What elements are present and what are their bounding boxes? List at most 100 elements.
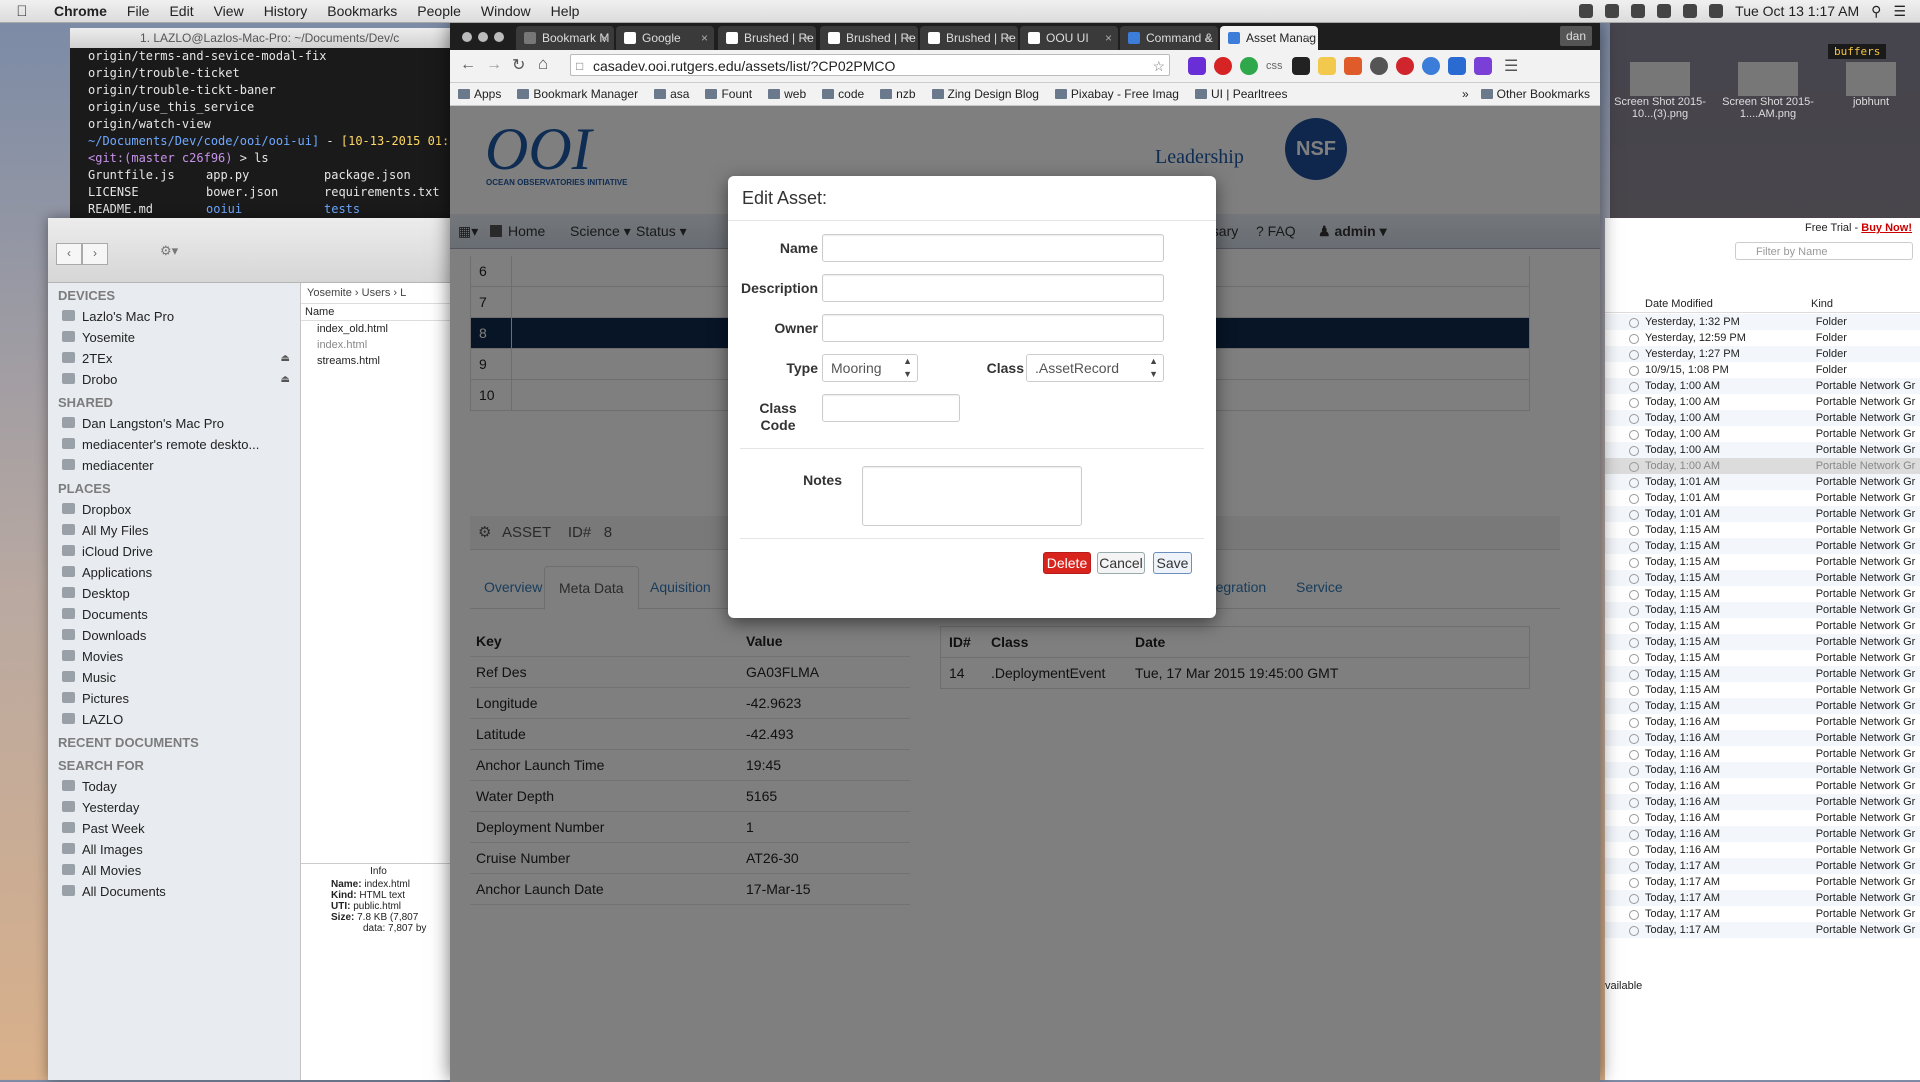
evernote-extension-icon[interactable] — [1240, 57, 1258, 75]
owner-field[interactable] — [822, 314, 1164, 342]
menu-file[interactable]: File — [117, 3, 160, 19]
menu-bookmarks[interactable]: Bookmarks — [317, 3, 407, 19]
wifi-icon[interactable] — [1657, 4, 1672, 18]
list-row[interactable]: Today, 1:01 AM Portable Network Gr — [1605, 506, 1920, 522]
forward-arrow-icon[interactable]: → — [486, 56, 502, 74]
list-row[interactable]: Today, 1:15 AM Portable Network Gr — [1605, 602, 1920, 618]
sidebar-item[interactable]: Today — [48, 776, 300, 797]
tab-close-icon[interactable]: × — [601, 26, 608, 50]
list-row[interactable]: Today, 1:15 AM Portable Network Gr — [1605, 698, 1920, 714]
sidebar-item[interactable]: mediacenter — [48, 455, 300, 476]
list-row[interactable]: Today, 1:00 AM Portable Network Gr — [1605, 442, 1920, 458]
music-icon[interactable] — [1709, 4, 1724, 18]
list-row[interactable]: Today, 1:16 AM Portable Network Gr — [1605, 730, 1920, 746]
list-row[interactable]: Today, 1:16 AM Portable Network Gr — [1605, 794, 1920, 810]
tab[interactable]: Bookmark M × — [516, 26, 614, 50]
tab[interactable]: Command & × — [1120, 26, 1218, 50]
sidebar-item[interactable]: Drobo ⏏ — [48, 369, 300, 390]
bell-icon[interactable] — [1631, 4, 1646, 18]
sidebar-item[interactable]: 2TEx ⏏ — [48, 348, 300, 369]
tab-close-icon[interactable]: × — [701, 26, 708, 50]
buy-now-link[interactable]: Buy Now! — [1861, 222, 1912, 234]
jb-extension-icon[interactable] — [1448, 57, 1466, 75]
list-row[interactable]: Today, 1:15 AM Portable Network Gr — [1605, 586, 1920, 602]
desktop-thumb[interactable]: Screen Shot 2015-10...(3).png — [1610, 62, 1710, 120]
list-row[interactable]: Today, 1:16 AM Portable Network Gr — [1605, 810, 1920, 826]
menubar-clock[interactable]: Tue Oct 13 1:17 AM — [1735, 3, 1859, 19]
list-row[interactable]: Today, 1:15 AM Portable Network Gr — [1605, 682, 1920, 698]
bookmark-item[interactable]: code — [822, 87, 864, 101]
list-row[interactable]: Yesterday, 1:32 PM Folder — [1605, 314, 1920, 330]
tab-close-icon[interactable]: × — [803, 26, 810, 50]
volume-icon[interactable] — [1683, 4, 1698, 18]
close-window-button[interactable] — [462, 32, 472, 42]
sidebar-item[interactable]: All Images — [48, 839, 300, 860]
description-field[interactable] — [822, 274, 1164, 302]
sidebar-item[interactable]: Past Week — [48, 818, 300, 839]
filter-input[interactable]: Filter by Name — [1735, 242, 1913, 260]
bookmark-item[interactable]: Pixabay - Free Imag — [1054, 87, 1179, 101]
info-title[interactable]: Info — [301, 864, 456, 879]
notification-center-icon[interactable]: ☰ — [1893, 3, 1906, 20]
sidebar-item[interactable]: Yosemite — [48, 327, 300, 348]
sidebar-section-header[interactable]: DEVICES — [48, 283, 300, 306]
list-row[interactable]: Today, 1:15 AM Portable Network Gr — [1605, 522, 1920, 538]
col-date-modified[interactable]: Date Modified — [1605, 296, 1811, 312]
sidebar-item[interactable]: Movies — [48, 646, 300, 667]
sidebar-section-header[interactable]: RECENT DOCUMENTS — [48, 730, 300, 753]
class-select[interactable]: .AssetRecord ▲ ▼ — [1026, 354, 1164, 382]
css-extension-icon[interactable]: css — [1266, 57, 1284, 75]
bookmark-item[interactable]: Bookmark Manager — [517, 87, 638, 101]
path-segment[interactable]: Users — [362, 287, 391, 299]
sidebar-item[interactable]: Pictures — [48, 688, 300, 709]
menu-history[interactable]: History — [254, 3, 318, 19]
list-row[interactable]: Today, 1:17 AM Portable Network Gr — [1605, 890, 1920, 906]
tab[interactable]: Asset Manag × — [1220, 26, 1318, 50]
pinterest-extension-icon[interactable] — [1396, 57, 1414, 75]
zoom-window-button[interactable] — [494, 32, 504, 42]
sidebar-item[interactable]: Music — [48, 667, 300, 688]
back-button[interactable]: ‹ — [56, 243, 82, 265]
sidebar-item[interactable]: All Movies — [48, 860, 300, 881]
type-select[interactable]: Mooring ▲ ▼ — [822, 354, 918, 382]
bookmark-item[interactable]: web — [768, 87, 806, 101]
spotlight-icon[interactable]: ⚲ — [1871, 3, 1881, 20]
list-row[interactable]: Today, 1:15 AM Portable Network Gr — [1605, 666, 1920, 682]
sidebar-section-header[interactable]: PLACES — [48, 476, 300, 499]
list-row[interactable]: Yesterday, 1:27 PM Folder — [1605, 346, 1920, 362]
dropbox-icon[interactable] — [1605, 4, 1620, 18]
col-kind[interactable]: Kind — [1811, 296, 1833, 312]
bookmark-item[interactable]: Zing Design Blog — [931, 87, 1039, 101]
colorzilla-extension-icon[interactable] — [1344, 57, 1362, 75]
tab[interactable]: OOU UI × — [1020, 26, 1118, 50]
list-row[interactable]: Today, 1:17 AM Portable Network Gr — [1605, 922, 1920, 938]
tab-close-icon[interactable]: × — [1205, 26, 1212, 50]
minimize-window-button[interactable] — [478, 32, 488, 42]
chrome-window[interactable]: Bookmark M × Google × Brushed | Re × Brushed |… — [450, 22, 1600, 1082]
file-item[interactable]: index_old.html — [301, 321, 456, 337]
list-row[interactable]: Today, 1:15 AM Portable Network Gr — [1605, 618, 1920, 634]
music-extension-icon[interactable] — [1474, 57, 1492, 75]
name-field[interactable] — [822, 234, 1164, 262]
list-row[interactable]: Today, 1:00 AM Portable Network Gr — [1605, 378, 1920, 394]
list-row[interactable]: Today, 1:00 AM Portable Network Gr — [1605, 426, 1920, 442]
sidebar-item[interactable]: Downloads — [48, 625, 300, 646]
sidebar-item[interactable]: Dan Langston's Mac Pro — [48, 413, 300, 434]
sidebar-item[interactable]: Desktop — [48, 583, 300, 604]
list-row[interactable]: Today, 1:17 AM Portable Network Gr — [1605, 874, 1920, 890]
chrome-menu-icon[interactable]: ☰ — [1504, 56, 1518, 76]
list-row[interactable]: 10/9/15, 1:08 PM Folder — [1605, 362, 1920, 378]
sidebar-item[interactable]: mediacenter's remote deskto... — [48, 434, 300, 455]
pocket-extension-icon[interactable] — [1370, 57, 1388, 75]
bookmark-item[interactable]: Fount — [705, 87, 752, 101]
tab[interactable]: Brushed | Re × — [920, 26, 1018, 50]
back-arrow-icon[interactable]: ← — [460, 56, 476, 74]
bookmark-star-icon[interactable]: ☆ — [1152, 55, 1165, 77]
eject-icon[interactable]: ⏏ — [281, 374, 290, 385]
file-item[interactable]: streams.html — [301, 353, 456, 369]
list-row[interactable]: Today, 1:15 AM Portable Network Gr — [1605, 570, 1920, 586]
adblock-extension-icon[interactable] — [1214, 57, 1232, 75]
reload-icon[interactable]: ↻ — [512, 55, 525, 75]
save-button[interactable]: Save — [1153, 552, 1192, 574]
list-row[interactable]: Today, 1:16 AM Portable Network Gr — [1605, 714, 1920, 730]
